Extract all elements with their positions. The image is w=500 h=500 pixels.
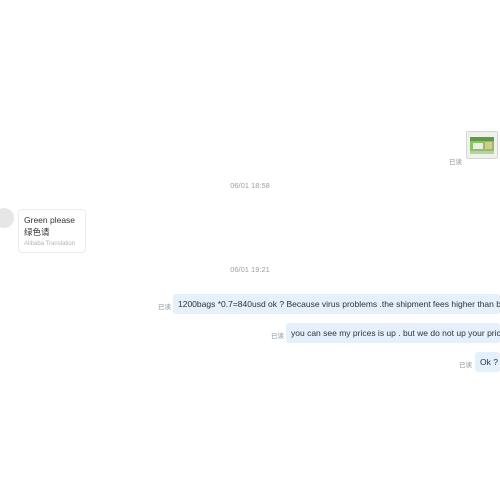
read-receipt: 已读: [459, 362, 472, 369]
outgoing-message-bubble[interactable]: 1200bags *0.7=840usd ok ? Because virus …: [173, 294, 500, 314]
incoming-message-text: Green please: [24, 215, 76, 225]
read-receipt: 已读: [271, 333, 284, 340]
outgoing-message-bubble[interactable]: Ok ?: [475, 352, 500, 372]
message-timestamp: 06/01 19:21: [230, 265, 270, 274]
translated-text: 绿色请: [24, 228, 50, 238]
avatar[interactable]: [0, 208, 14, 228]
translation-source: Alibaba Translation: [24, 241, 76, 247]
read-receipt: 已读: [449, 159, 462, 166]
image-preview-icon: [467, 132, 497, 158]
outgoing-message-bubble[interactable]: you can see my prices is up . but we do …: [286, 323, 500, 343]
sent-image-thumbnail[interactable]: [466, 131, 498, 159]
chat-thread: 已读 06/01 18:58 Green please 绿色请 Alibaba …: [0, 0, 500, 500]
read-receipt: 已读: [158, 304, 171, 311]
incoming-message-bubble[interactable]: Green please 绿色请 Alibaba Translation: [18, 209, 86, 253]
message-timestamp: 06/01 18:58: [230, 181, 270, 190]
